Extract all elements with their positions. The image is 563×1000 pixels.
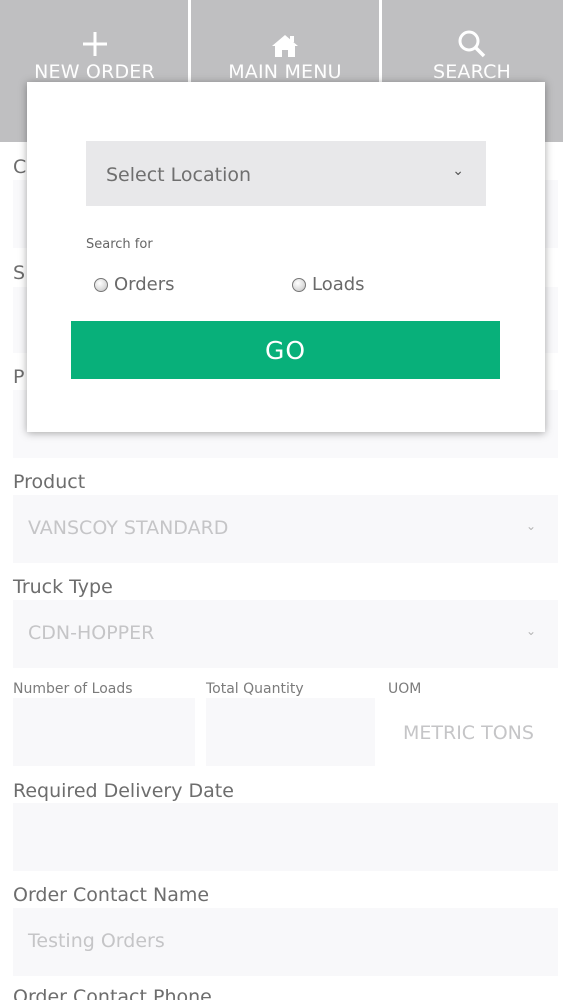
order-contact-name-value: Testing Orders (28, 930, 165, 952)
radio-button-icon[interactable] (292, 277, 306, 292)
radio-button-icon[interactable] (94, 277, 108, 292)
chevron-down-icon: ⌄ (525, 624, 536, 638)
product-select[interactable]: VANSCOY STANDARD ⌄ (13, 495, 558, 563)
nav-divider (188, 0, 191, 84)
chevron-down-icon: ⌄ (525, 519, 536, 533)
truck-type-value: CDN-HOPPER (28, 622, 155, 644)
plus-icon (82, 32, 107, 56)
required-delivery-date-label: Required Delivery Date (13, 780, 234, 802)
main-menu-button[interactable]: MAIN MENU (189, 0, 381, 84)
product-value: VANSCOY STANDARD (28, 517, 229, 539)
total-quantity-label: Total Quantity (206, 681, 304, 697)
search-modal: Select Location ⌄ Search for Orders Load… (27, 82, 545, 432)
search-label: SEARCH (432, 61, 512, 83)
truck-type-select[interactable]: CDN-HOPPER ⌄ (13, 600, 558, 668)
hidden-field-label: C (13, 156, 27, 178)
number-of-loads-input[interactable] (13, 698, 195, 766)
hidden-field-label: S (13, 262, 26, 284)
location-select[interactable]: Select Location ⌄ (86, 141, 486, 206)
home-icon (272, 35, 298, 57)
orders-radio[interactable]: Orders (94, 274, 175, 295)
main-menu-label: MAIN MENU (228, 61, 342, 83)
product-label: Product (13, 471, 86, 493)
truck-type-label: Truck Type (13, 576, 113, 598)
search-for-label: Search for (86, 237, 153, 252)
uom-label: UOM (388, 681, 422, 697)
number-of-loads-label: Number of Loads (13, 681, 133, 697)
order-contact-name-label: Order Contact Name (13, 884, 210, 906)
location-select-value: Select Location (106, 164, 252, 186)
loads-radio[interactable]: Loads (292, 274, 365, 295)
total-quantity-input[interactable] (206, 698, 375, 766)
nav-divider (379, 0, 382, 84)
go-button[interactable]: GO (71, 321, 500, 379)
loads-radio-label: Loads (312, 274, 365, 295)
search-button[interactable]: SEARCH (381, 0, 563, 84)
order-contact-name-input[interactable]: Testing Orders (13, 908, 558, 976)
uom-value: METRIC TONS (403, 722, 534, 744)
search-icon (458, 30, 486, 58)
orders-radio-label: Orders (114, 274, 175, 295)
chevron-down-icon: ⌄ (452, 163, 464, 179)
order-contact-phone-label: Order Contact Phone (13, 986, 212, 1000)
new-order-label: NEW ORDER (34, 61, 155, 83)
new-order-button[interactable]: NEW ORDER (0, 0, 189, 84)
required-delivery-date-input[interactable] (13, 803, 558, 871)
hidden-field-label: P (13, 366, 25, 388)
